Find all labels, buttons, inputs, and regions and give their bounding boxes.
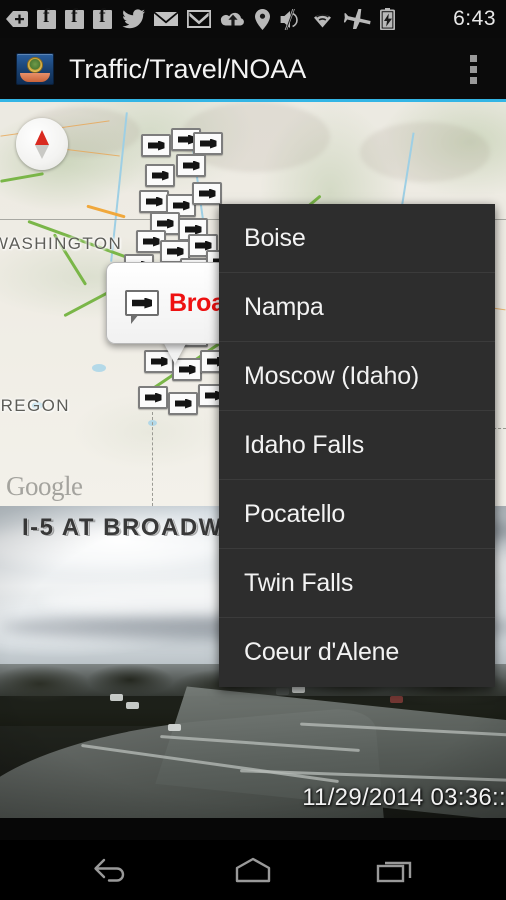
location-pin-icon — [255, 8, 270, 30]
overflow-dot-3 — [469, 76, 477, 84]
idaho-flag-icon[interactable] — [16, 53, 54, 85]
overflow-menu-icon[interactable] — [462, 52, 484, 86]
airplane-mode-icon — [344, 9, 371, 29]
camera-vehicle — [276, 688, 289, 695]
email-icon — [154, 12, 178, 26]
camera-timestamp: 11/29/2014 03:36:: — [302, 784, 506, 811]
android-screen: 6:43 Traffic/Travel/NOAA — [0, 0, 506, 900]
home-icon — [235, 857, 271, 883]
camera-vehicle — [126, 702, 139, 709]
add-tag-icon — [6, 11, 28, 27]
compass-needle-south — [35, 145, 49, 159]
state-seal-icon — [27, 57, 43, 73]
page-title: Traffic/Travel/NOAA — [69, 53, 307, 84]
camera-vehicle — [110, 694, 123, 701]
status-clock: 6:43 — [453, 7, 496, 30]
recent-apps-button[interactable] — [362, 847, 428, 893]
map-hill — [360, 122, 490, 182]
battery-charging-icon — [380, 8, 395, 30]
camera-vehicle — [168, 724, 181, 731]
camera-letterbox — [0, 818, 506, 840]
map-lake — [92, 364, 106, 372]
action-bar: Traffic/Travel/NOAA — [0, 38, 506, 100]
traffic-camera-marker-icon[interactable] — [192, 182, 222, 205]
wifi-icon — [314, 13, 331, 27]
menu-item-twin-falls[interactable]: Twin Falls — [219, 549, 495, 618]
traffic-camera-marker-icon[interactable] — [139, 190, 169, 213]
status-bar: 6:43 — [0, 0, 506, 38]
cloud-upload-icon — [220, 12, 244, 25]
map-label-oregon: OREGON — [0, 396, 70, 415]
camera-marker-icon — [125, 290, 159, 324]
volume-muted-icon — [280, 8, 298, 30]
content-area: WASHINGTON OREGON — [0, 102, 506, 840]
traffic-camera-marker-icon[interactable] — [193, 132, 223, 155]
overflow-dot-1 — [469, 54, 477, 62]
compass-north-icon[interactable] — [16, 118, 68, 170]
menu-item-idaho-falls[interactable]: Idaho Falls — [219, 411, 495, 480]
twitter-icon — [122, 9, 145, 29]
android-navigation-bar — [0, 840, 506, 900]
camera-vehicle — [390, 696, 403, 703]
facebook-icon-2 — [65, 7, 84, 29]
home-button[interactable] — [220, 847, 286, 893]
flag-banner — [20, 73, 50, 82]
back-icon — [94, 858, 125, 882]
back-button[interactable] — [78, 847, 144, 893]
gmail-icon — [187, 10, 211, 28]
menu-item-coeur-dalene[interactable]: Coeur d'Alene — [219, 618, 495, 687]
google-watermark: Google — [6, 471, 83, 501]
traffic-camera-marker-icon[interactable] — [138, 386, 168, 409]
recent-apps-icon — [376, 861, 412, 883]
traffic-camera-marker-icon[interactable] — [141, 134, 171, 157]
city-dropdown-menu[interactable]: Boise Nampa Moscow (Idaho) Idaho Falls P… — [219, 204, 495, 687]
traffic-camera-marker-icon[interactable] — [176, 154, 206, 177]
traffic-camera-marker-icon[interactable] — [145, 164, 175, 187]
menu-item-pocatello[interactable]: Pocatello — [219, 480, 495, 549]
map-county-border — [152, 412, 153, 506]
facebook-icon-3 — [93, 7, 112, 29]
compass-needle-north — [35, 130, 49, 145]
map-label-washington: WASHINGTON — [0, 234, 123, 253]
menu-item-nampa[interactable]: Nampa — [219, 273, 495, 342]
overflow-dot-2 — [469, 65, 477, 73]
traffic-camera-marker-icon[interactable] — [168, 392, 198, 415]
menu-item-moscow-idaho[interactable]: Moscow (Idaho) — [219, 342, 495, 411]
facebook-icon — [37, 7, 56, 29]
status-icons — [6, 7, 449, 30]
menu-item-boise[interactable]: Boise — [219, 204, 495, 273]
camera-vehicle — [292, 686, 305, 693]
